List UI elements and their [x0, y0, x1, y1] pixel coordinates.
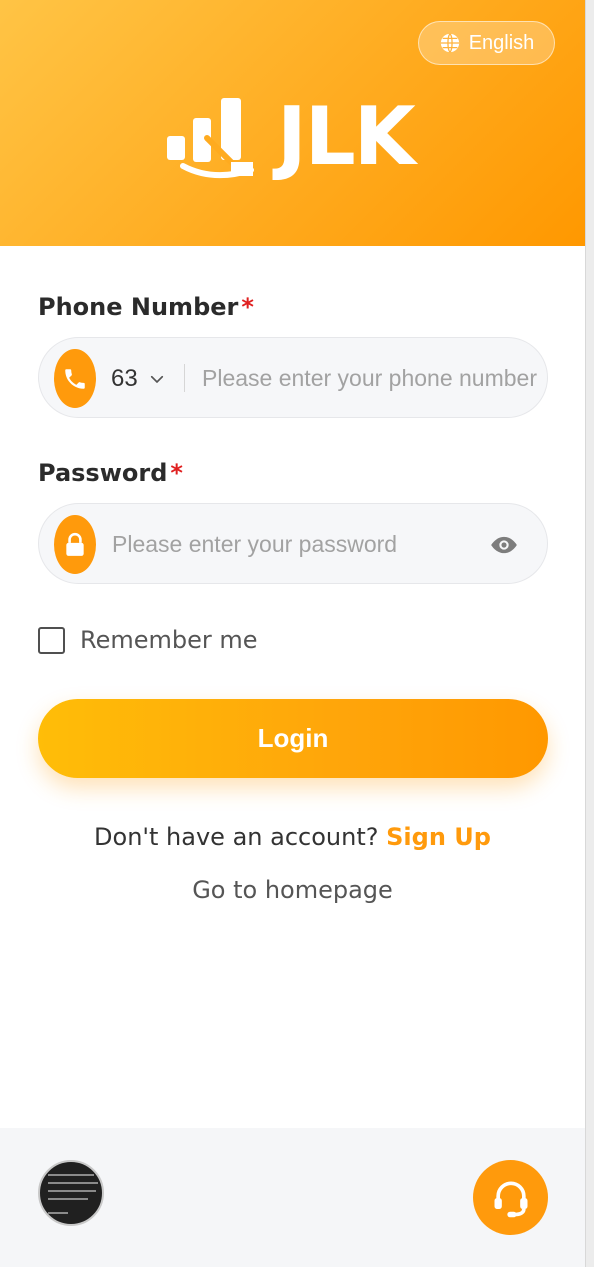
country-code-select[interactable]: 63	[111, 338, 166, 419]
window-edge	[585, 0, 594, 1267]
signup-prompt: Don't have an account? Sign Up	[0, 823, 585, 851]
logo-chart-icon	[167, 98, 254, 179]
chevron-down-icon	[150, 375, 163, 383]
password-label-text: Password	[38, 459, 168, 487]
remember-me-checkbox[interactable]	[38, 626, 65, 654]
remember-me-label: Remember me	[80, 626, 258, 654]
country-code-value: 63	[111, 364, 138, 392]
headset-icon	[494, 1181, 527, 1217]
phone-number-input[interactable]	[202, 338, 547, 419]
show-password-toggle[interactable]	[489, 530, 519, 560]
password-input[interactable]	[112, 504, 477, 585]
password-label: Password *	[38, 459, 183, 487]
globe-icon	[440, 33, 459, 53]
phone-field: 63	[38, 337, 548, 419]
remember-me-option[interactable]: Remember me	[38, 626, 258, 654]
language-label: English	[468, 31, 535, 54]
no-account-text: Don't have an account?	[94, 823, 379, 851]
brand-logo: JLK	[165, 92, 435, 182]
logo-text: JLK	[277, 90, 416, 183]
language-switcher-button[interactable]: English	[418, 21, 555, 65]
go-to-homepage-link[interactable]: Go to homepage	[0, 876, 585, 904]
phone-icon-badge	[54, 349, 96, 408]
avatar[interactable]	[38, 1160, 104, 1226]
field-divider	[184, 364, 185, 392]
phone-number-label: Phone Number *	[38, 293, 254, 321]
header-banner: English JLK	[0, 0, 585, 246]
sign-up-link[interactable]: Sign Up	[386, 823, 491, 851]
lock-icon	[66, 532, 84, 556]
password-field	[38, 503, 548, 585]
phone-icon	[65, 368, 85, 389]
required-mark: *	[241, 293, 254, 321]
customer-support-button[interactable]	[473, 1160, 548, 1235]
phone-number-label-text: Phone Number	[38, 293, 239, 321]
login-page: English JLK Phone Number * 63 Please ent…	[0, 0, 585, 1267]
lock-icon-badge	[54, 515, 96, 574]
required-mark: *	[170, 459, 183, 487]
login-button[interactable]: Login	[38, 699, 548, 778]
eye-icon	[491, 536, 517, 554]
